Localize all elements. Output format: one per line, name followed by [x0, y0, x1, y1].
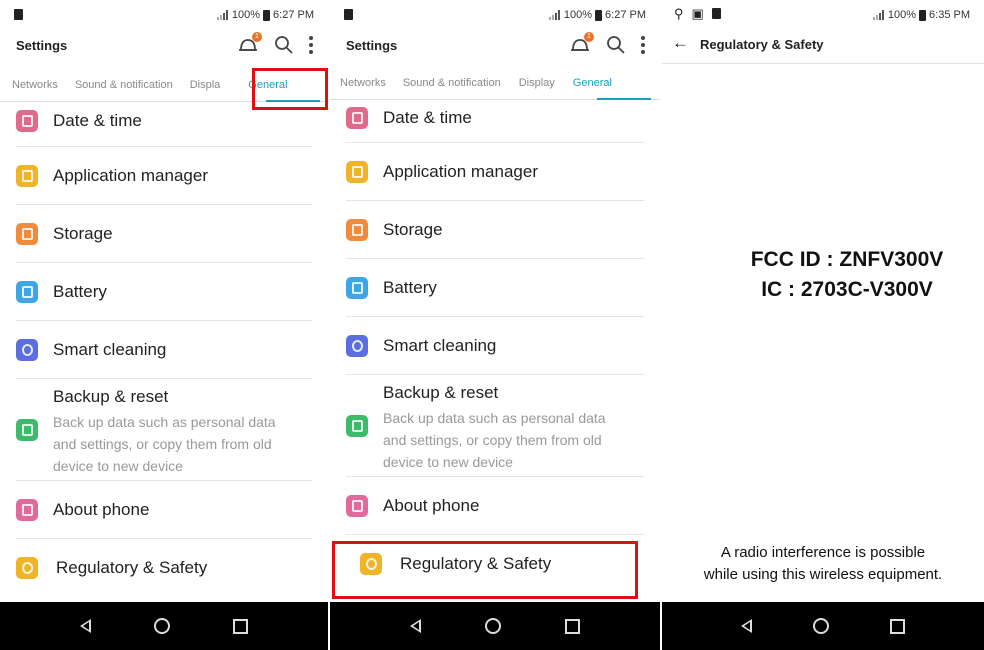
- tab-networks[interactable]: Networks: [330, 68, 386, 99]
- notification-icon: [14, 9, 23, 20]
- list-item-application-manager[interactable]: Application manager: [346, 143, 644, 201]
- fcc-id-text: FCC ID : ZNFV300V: [750, 248, 944, 271]
- signal-icon: [872, 10, 885, 20]
- app-bar: Settings 1: [330, 30, 660, 64]
- signal-icon: [548, 10, 561, 20]
- notification-icon: [711, 8, 721, 19]
- back-icon[interactable]: [410, 619, 421, 633]
- backup-icon: [346, 414, 368, 437]
- more-options-icon[interactable]: [308, 35, 314, 55]
- recent-apps-icon[interactable]: [890, 618, 906, 634]
- tab-display[interactable]: Displa: [173, 70, 221, 101]
- ic-id-text: IC : 2703C-V300V: [761, 278, 933, 301]
- tab-networks[interactable]: Networks: [0, 70, 58, 101]
- notification-bell-icon[interactable]: 1: [238, 32, 262, 56]
- phone-info-icon: [346, 494, 368, 517]
- battery-icon: [595, 9, 603, 21]
- notification-icon: [344, 9, 353, 20]
- status-bar: 100% 6:27 PM: [0, 0, 328, 30]
- usb-icon: ⚲: [674, 6, 684, 21]
- battery-percent: 100%: [887, 9, 917, 21]
- list-item-about-phone[interactable]: About phone: [346, 477, 644, 535]
- home-icon[interactable]: [812, 618, 829, 634]
- clock: 6:35 PM: [929, 9, 970, 21]
- list-item-storage[interactable]: Storage: [346, 201, 644, 259]
- settings-tabs: Networks Sound & notification Display Ge…: [330, 68, 660, 100]
- page-title: Regulatory & Safety: [700, 37, 824, 52]
- list-item-backup-reset[interactable]: Backup & reset Back up data such as pers…: [16, 379, 312, 481]
- notification-bell-icon[interactable]: 1: [570, 32, 594, 56]
- tab-display[interactable]: Display: [501, 68, 555, 99]
- navigation-bar: [0, 602, 328, 650]
- settings-screen-regulatory-selected: 100% 6:27 PM Settings 1 Networks Sound &…: [330, 0, 660, 650]
- smart-cleaning-icon: [346, 334, 368, 357]
- page-title: Settings: [346, 38, 398, 53]
- page-title: Settings: [16, 38, 68, 53]
- back-icon[interactable]: [79, 619, 91, 633]
- regulatory-ids: FCC ID : ZNFV300V IC : 2703C-V300V: [662, 245, 972, 305]
- battery-icon: [263, 9, 271, 21]
- back-icon[interactable]: [740, 619, 752, 633]
- phone-info-icon: [16, 498, 38, 521]
- search-icon[interactable]: [274, 35, 294, 55]
- recent-apps-icon[interactable]: [233, 618, 249, 634]
- home-icon[interactable]: [153, 618, 170, 634]
- list-item-backup-reset[interactable]: Backup & reset Back up data such as pers…: [346, 375, 644, 477]
- list-item-smart-cleaning[interactable]: Smart cleaning: [16, 321, 312, 379]
- list-item-date-time[interactable]: Date & time: [346, 99, 644, 143]
- clock: 6:27 PM: [273, 9, 314, 21]
- list-item-regulatory-safety[interactable]: Regulatory & Safety: [16, 539, 312, 597]
- image-icon: ▣: [691, 6, 704, 21]
- clock: 6:27 PM: [605, 9, 646, 21]
- list-item-storage[interactable]: Storage: [16, 205, 312, 263]
- storage-icon: [346, 218, 368, 241]
- tab-sound-notification[interactable]: Sound & notification: [58, 70, 173, 101]
- storage-icon: [16, 222, 38, 245]
- regulatory-icon: [16, 557, 38, 579]
- status-bar: ⚲ ▣ 100% 6:35 PM: [662, 0, 984, 30]
- highlight-regulatory-item: [332, 541, 638, 599]
- back-arrow-icon[interactable]: ←: [672, 33, 689, 53]
- home-icon[interactable]: [485, 618, 501, 634]
- settings-list: Date & time Application manager Storage …: [330, 103, 660, 593]
- calendar-icon: [16, 109, 38, 132]
- tab-sound-notification[interactable]: Sound & notification: [386, 68, 501, 99]
- item-description: Back up data such as personal data and s…: [383, 410, 606, 470]
- list-item-application-manager[interactable]: Application manager: [16, 147, 312, 205]
- app-bar: Settings 1: [0, 30, 328, 64]
- navigation-bar: [330, 602, 660, 650]
- battery-percent: 100%: [231, 9, 261, 21]
- highlight-general-tab: [252, 68, 328, 110]
- list-item-about-phone[interactable]: About phone: [16, 481, 312, 539]
- radio-interference-notice: A radio interference is possible while u…: [703, 544, 943, 583]
- settings-list: Date & time Application manager Storage …: [0, 103, 328, 597]
- battery-setting-icon: [16, 280, 38, 303]
- battery-icon: [919, 9, 927, 21]
- battery-percent: 100%: [563, 9, 593, 21]
- backup-icon: [16, 418, 38, 441]
- smart-cleaning-icon: [16, 338, 38, 361]
- apps-icon: [346, 160, 368, 183]
- tab-general[interactable]: General: [555, 68, 612, 99]
- battery-setting-icon: [346, 276, 368, 299]
- calendar-icon: [346, 106, 368, 129]
- apps-icon: [16, 164, 38, 187]
- signal-icon: [216, 10, 229, 20]
- status-bar: 100% 6:27 PM: [330, 0, 660, 30]
- list-item-battery[interactable]: Battery: [346, 259, 644, 317]
- list-item-battery[interactable]: Battery: [16, 263, 312, 321]
- item-description: Back up data such as personal data and s…: [53, 414, 276, 474]
- search-icon[interactable]: [606, 35, 626, 55]
- list-item-smart-cleaning[interactable]: Smart cleaning: [346, 317, 644, 375]
- app-bar: ← Regulatory & Safety: [662, 30, 984, 64]
- more-options-icon[interactable]: [640, 35, 646, 55]
- recent-apps-icon[interactable]: [565, 618, 580, 634]
- navigation-bar: [662, 602, 984, 650]
- settings-screen-general-tab: 100% 6:27 PM Settings 1 Networks Sound &…: [0, 0, 328, 650]
- regulatory-safety-screen: ⚲ ▣ 100% 6:35 PM ← Regulatory & Safety F…: [662, 0, 984, 650]
